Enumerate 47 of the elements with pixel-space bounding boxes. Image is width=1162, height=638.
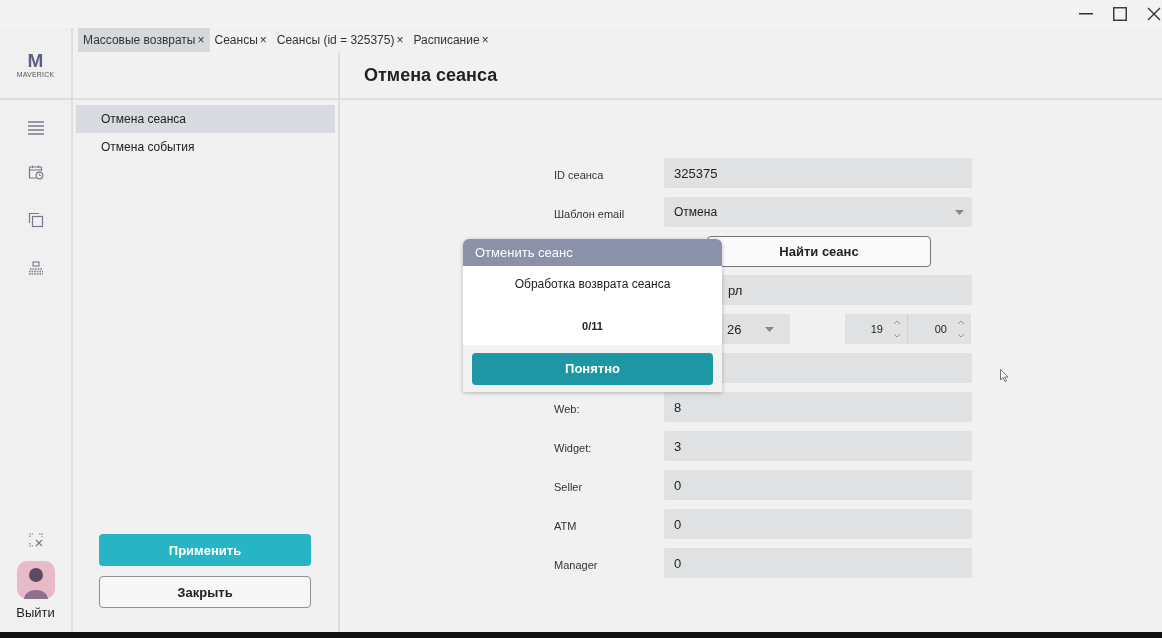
close-icon[interactable]: [1147, 7, 1161, 21]
time-spinner[interactable]: 00: [908, 314, 971, 344]
page-title: Отмена сеанса: [364, 64, 498, 86]
spinner-arrows-icon[interactable]: [957, 319, 965, 339]
input-field[interactable]: 0: [664, 470, 972, 500]
input-field[interactable]: 0: [664, 548, 972, 578]
menu-icon[interactable]: [26, 121, 45, 135]
exit-fullscreen-icon[interactable]: [28, 533, 43, 547]
dropdown-field[interactable]: Отмена: [664, 197, 972, 227]
dropdown-caret-icon[interactable]: [765, 326, 774, 332]
tab[interactable]: Сеансы (id = 325375) ×: [271, 28, 409, 52]
dropdown-caret-icon[interactable]: [955, 209, 964, 215]
field-label: ATM: [554, 519, 578, 532]
close-tab-button[interactable]: ×: [396, 33, 404, 47]
field-label: Widget:: [554, 441, 593, 454]
sidebar-item[interactable]: Отмена сеанса: [76, 105, 335, 133]
tab[interactable]: Массовые возвраты ×: [78, 28, 210, 52]
dialog-title: Отменить сеанс: [475, 245, 573, 260]
field-label: ID сеанса: [554, 168, 605, 181]
tab[interactable]: Расписание ×: [408, 28, 494, 52]
input-field[interactable]: 8: [664, 392, 972, 422]
field-label: Manager: [554, 558, 599, 571]
tab[interactable]: Сеансы ×: [209, 28, 272, 52]
field-label: Web:: [554, 402, 581, 415]
input-field[interactable]: 0: [664, 509, 972, 539]
sidebar-item[interactable]: Отмена события: [76, 133, 335, 161]
seating-icon[interactable]: [27, 261, 44, 275]
calendar-clock-icon[interactable]: [27, 164, 44, 180]
time-spinner[interactable]: 19: [845, 314, 908, 344]
input-field[interactable]: 325375: [664, 158, 972, 188]
input-field[interactable]: 3: [664, 431, 972, 461]
logout-link[interactable]: Выйти: [16, 605, 55, 620]
ok-button[interactable]: Понятно: [472, 352, 713, 385]
avatar[interactable]: [16, 561, 55, 599]
field-label: Шаблон email: [554, 207, 626, 220]
close-tab-button[interactable]: ×: [197, 33, 205, 47]
close-tab-button[interactable]: ×: [259, 33, 267, 47]
spinner-arrows-icon[interactable]: [893, 319, 901, 339]
maximize-icon[interactable]: [1113, 7, 1127, 21]
progress-counter: 0/11: [582, 320, 603, 332]
close-button[interactable]: Закрыть: [99, 576, 311, 608]
minimize-icon[interactable]: [1079, 13, 1093, 15]
copy-icon[interactable]: [27, 212, 44, 228]
field-label: Seller: [554, 480, 584, 493]
close-tab-button[interactable]: ×: [481, 33, 489, 47]
mouse-cursor-icon: [1000, 369, 1009, 382]
find-session-button[interactable]: Найти сеанс: [707, 236, 931, 267]
